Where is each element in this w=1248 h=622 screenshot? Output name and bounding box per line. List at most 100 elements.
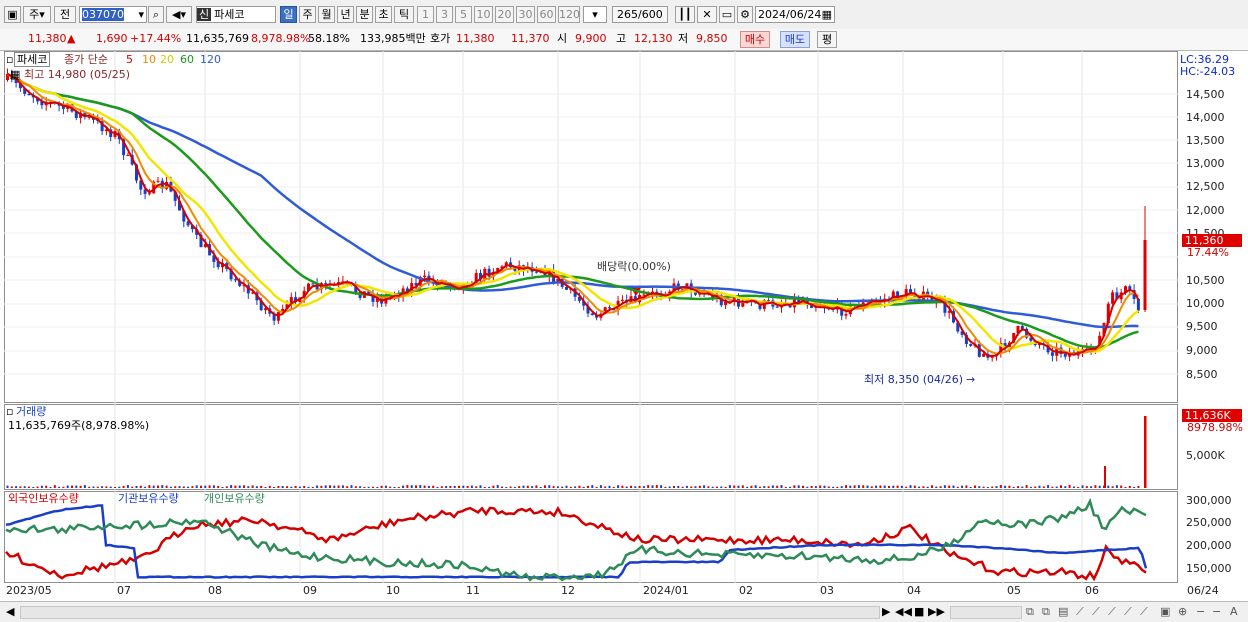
volume-bar [221, 486, 224, 488]
volume-bar [1128, 485, 1131, 488]
chart-canvas[interactable] [0, 0, 1248, 621]
volume-bar [711, 486, 714, 488]
layout-icon[interactable]: ⧉ [1026, 604, 1034, 620]
volume-last-pct: 8978.98% [1187, 421, 1243, 434]
scroll-right-icon[interactable]: ▶ [882, 604, 890, 620]
volume-bar [931, 485, 933, 488]
volume-bar [819, 485, 822, 488]
draw-icon[interactable]: ⟋ [1092, 604, 1100, 620]
high-note: 최고 14,980 (05/25) [24, 68, 131, 81]
candle-body [1111, 292, 1115, 304]
volume-bar [432, 485, 435, 488]
volume-bar [913, 485, 916, 488]
volume-bar [182, 486, 185, 488]
volume-bar [535, 485, 538, 488]
volume-bar [733, 485, 736, 488]
volume-bar [690, 486, 693, 488]
volume-bar [118, 486, 121, 488]
volume-bar [114, 486, 116, 488]
volume-bar [165, 485, 168, 488]
volume-bar [638, 485, 641, 488]
volume-bar [83, 485, 86, 488]
volume-bar [870, 486, 873, 488]
volume-bar [359, 486, 362, 488]
volume-bar [101, 486, 104, 488]
volume-bar [840, 486, 843, 488]
volume-bar [402, 485, 405, 488]
candle-body [423, 275, 427, 278]
volume-bar [303, 485, 306, 488]
volume-bar [716, 486, 718, 488]
bottom-scroll-bar: ◀ ▶ ◀◀ ■ ▶▶ ⧉ ⧉ ▤ ⟋ ⟋ ⟋ ⟋ ⟋ ▣ ⊕ − − A [0, 601, 1248, 622]
volume-bar [415, 485, 417, 488]
fibo-icon[interactable]: ⟋ [1124, 604, 1132, 620]
volume-bar [191, 486, 194, 488]
zoom-in-icon[interactable]: ⊕ [1178, 604, 1187, 620]
font-size-icon[interactable]: A [1230, 604, 1238, 620]
volume-bar [71, 485, 73, 488]
volume-bar [905, 486, 908, 488]
zoom-reset-icon[interactable]: − [1212, 604, 1221, 620]
candle-body [620, 299, 624, 301]
candle-body [1050, 352, 1054, 356]
volume-bar [810, 485, 813, 488]
stop-icon[interactable]: ■ [914, 604, 924, 620]
volume-bar [247, 486, 250, 488]
x-label: 2023/05 [6, 584, 52, 597]
volume-bar [561, 486, 564, 488]
volume-bar [372, 486, 374, 488]
horizontal-scrollbar[interactable] [20, 606, 880, 619]
image-icon[interactable]: ▣ [1160, 604, 1170, 620]
last-price-pct: 17.44% [1187, 246, 1229, 259]
candle-body [534, 271, 538, 273]
volume-bar [578, 485, 581, 488]
scroll-left-icon[interactable]: ◀ [6, 604, 14, 620]
volume-bar [617, 485, 620, 488]
volume-bar [10, 486, 13, 488]
split-icon[interactable]: ⧉ [1042, 604, 1050, 620]
volume-bar [337, 485, 340, 488]
volume-bar [707, 486, 710, 488]
volume-bar [1025, 485, 1028, 488]
fast-forward-icon[interactable]: ▶▶ [928, 604, 945, 620]
volume-bar [806, 486, 809, 488]
ma120-legend: 120 [200, 53, 221, 66]
volume-bar [62, 486, 65, 488]
volume-bar [780, 485, 783, 488]
volume-bar [1077, 486, 1080, 488]
fan-icon[interactable]: ⟋ [1140, 604, 1148, 620]
volume-bar [131, 486, 134, 488]
rewind-icon[interactable]: ◀◀ [895, 604, 912, 620]
volume-bar [49, 486, 52, 488]
table-icon[interactable]: ▤ [1058, 604, 1068, 620]
volume-bar [526, 485, 529, 488]
line-icon[interactable]: ⟋ [1076, 604, 1084, 620]
volume-bar [1115, 485, 1118, 488]
x-label: 2024/01 [643, 584, 689, 597]
volume-bar [496, 485, 499, 488]
volume-bar [982, 486, 985, 488]
volume-bar [109, 486, 112, 488]
volume-bar [1137, 486, 1140, 488]
zoom-out-icon[interactable]: − [1196, 604, 1205, 620]
volume-bar [767, 486, 770, 488]
candle-body [844, 314, 848, 316]
pane-stock-name: 파세코 [14, 52, 51, 67]
trend-icon[interactable]: ⟋ [1108, 604, 1116, 620]
volume-bar [896, 485, 899, 488]
volume-bar [273, 486, 276, 488]
volume-bar [849, 485, 852, 488]
candle-body [694, 292, 697, 295]
volume-bar [943, 485, 946, 488]
x-label: 02 [739, 584, 753, 597]
volume-bar [28, 486, 30, 488]
volume-bar [1021, 486, 1024, 488]
zoom-slider[interactable] [950, 606, 1022, 619]
volume-bar [367, 486, 370, 488]
volume-bar [604, 486, 607, 488]
holdings-tick: 150,000 [1186, 562, 1232, 575]
volume-bar [647, 485, 650, 488]
volume-bar [513, 486, 516, 488]
volume-bar [518, 486, 521, 488]
volume-bar [1107, 485, 1110, 488]
